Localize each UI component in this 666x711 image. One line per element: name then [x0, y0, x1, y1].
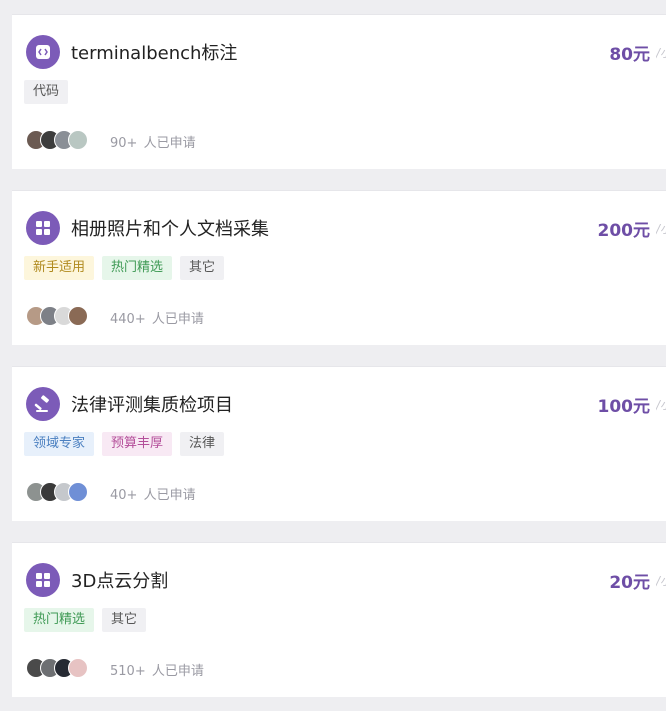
task-price: 80元	[609, 45, 650, 65]
task-list: terminalbench标注 80元 /小 代码 90+ 人已申请 相册照片和…	[0, 0, 666, 711]
task-tag: 其它	[180, 256, 225, 280]
applicant-number: 510+	[110, 664, 146, 679]
task-tag: 法律	[180, 432, 225, 456]
tag-list: 新手适用 热门精选 其它	[24, 256, 225, 280]
task-title: terminalbench标注	[71, 43, 238, 64]
task-title: 相册照片和个人文档采集	[71, 219, 269, 240]
applicant-avatars	[26, 130, 88, 150]
price-unit: /小	[656, 398, 666, 412]
applicant-number: 40+	[110, 488, 138, 503]
task-tag: 热门精选	[24, 608, 95, 632]
task-card[interactable]: terminalbench标注 80元 /小 代码 90+ 人已申请	[12, 14, 666, 169]
task-tag: 代码	[24, 80, 69, 104]
task-tag: 其它	[102, 608, 147, 632]
applicant-number: 440+	[110, 312, 146, 327]
price-unit: /小	[656, 46, 666, 60]
task-tag: 预算丰厚	[102, 432, 173, 456]
task-card[interactable]: 法律评测集质检项目 100元 /小 领域专家 预算丰厚 法律 40+ 人已申请	[12, 366, 666, 521]
avatar	[68, 658, 88, 678]
applicant-label: 人已申请	[143, 136, 196, 151]
task-tag: 新手适用	[24, 256, 95, 280]
tag-list: 代码	[24, 80, 69, 104]
task-card[interactable]: 相册照片和个人文档采集 200元 /小 新手适用 热门精选 其它 440+ 人已…	[12, 190, 666, 345]
task-price: 20元	[609, 573, 650, 593]
tag-list: 领域专家 预算丰厚 法律	[24, 432, 225, 456]
price-unit: /小	[656, 222, 666, 236]
applicant-count: 90+ 人已申请	[110, 132, 196, 151]
applicant-avatars	[26, 658, 88, 678]
applicant-avatars	[26, 306, 88, 326]
avatar	[68, 130, 88, 150]
applicant-avatars	[26, 482, 88, 502]
grid-icon	[26, 563, 60, 597]
avatar	[68, 482, 88, 502]
applicant-label: 人已申请	[151, 664, 204, 679]
task-tag: 领域专家	[24, 432, 95, 456]
applicant-number: 90+	[110, 136, 138, 151]
task-card[interactable]: 3D点云分割 20元 /小 热门精选 其它 510+ 人已申请	[12, 542, 666, 697]
grid-icon	[26, 211, 60, 245]
task-title: 3D点云分割	[71, 571, 169, 592]
applicant-label: 人已申请	[151, 312, 204, 327]
applicant-count: 510+ 人已申请	[110, 660, 204, 679]
applicant-count: 440+ 人已申请	[110, 308, 204, 327]
gavel-icon	[26, 387, 60, 421]
applicant-label: 人已申请	[143, 488, 196, 503]
tag-list: 热门精选 其它	[24, 608, 147, 632]
avatar	[68, 306, 88, 326]
task-title: 法律评测集质检项目	[71, 395, 233, 416]
price-unit: /小	[656, 574, 666, 588]
applicant-count: 40+ 人已申请	[110, 484, 196, 503]
task-price: 100元	[597, 397, 651, 417]
code-icon	[26, 35, 60, 69]
task-tag: 热门精选	[102, 256, 173, 280]
task-price: 200元	[597, 221, 651, 241]
